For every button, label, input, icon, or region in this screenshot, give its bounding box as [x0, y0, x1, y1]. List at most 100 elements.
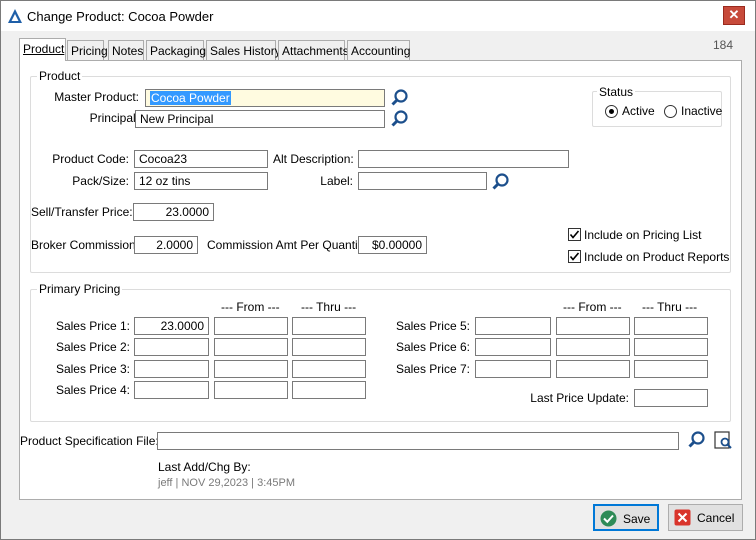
broker-commission-input[interactable]: 2.0000 — [134, 236, 198, 254]
tab-label: Product — [23, 42, 65, 56]
sell-transfer-label: Sell/Transfer Price: — [31, 205, 133, 219]
spec-file-label: Product Specification File: — [20, 434, 159, 448]
sales-price-4-from-input[interactable] — [214, 381, 288, 399]
record-number: 184 — [713, 38, 734, 52]
include-reports-checkbox[interactable] — [568, 250, 581, 263]
include-pricing-label: Include on Pricing List — [584, 228, 702, 242]
sell-transfer-input[interactable]: 23.0000 — [133, 203, 214, 221]
sales-price-1-input[interactable]: 23.0000 — [134, 317, 209, 335]
save-button[interactable]: Save — [593, 504, 659, 531]
tab-product[interactable]: Product — [19, 38, 66, 61]
product-tab-panel: Product Master Product: Cocoa Powder Pri… — [19, 60, 742, 500]
change-product-window: Change Product: Cocoa Powder ✕ Product P… — [0, 0, 756, 540]
thru-header-right: --- Thru --- — [642, 300, 698, 314]
sales-price-1-thru-input[interactable] — [292, 317, 366, 335]
sales-price-6-input[interactable] — [475, 338, 551, 356]
sales-price-7-input[interactable] — [475, 360, 551, 378]
check-circle-icon — [600, 510, 617, 527]
sales-price-2-input[interactable] — [134, 338, 209, 356]
sales-price-3-input[interactable] — [134, 360, 209, 378]
sales-price-7-thru-input[interactable] — [634, 360, 708, 378]
cancel-label: Cancel — [697, 511, 735, 525]
sales-price-2-from-input[interactable] — [214, 338, 288, 356]
spec-file-search-icon[interactable] — [687, 430, 707, 450]
last-change-value: jeff | NOV 29,2023 | 3:45PM — [158, 477, 295, 489]
tab-accounting[interactable]: Accounting — [347, 40, 410, 60]
status-inactive-radio[interactable] — [664, 105, 677, 118]
tab-label: Pricing — [71, 44, 108, 58]
sales-price-6-label: Sales Price 6: — [395, 340, 470, 354]
app-logo-icon — [8, 9, 22, 23]
label-label: Label: — [320, 174, 353, 188]
tab-label: Sales History — [210, 44, 281, 58]
title-bar: Change Product: Cocoa Powder ✕ — [1, 1, 755, 31]
principal-input[interactable]: New Principal — [135, 110, 385, 128]
master-product-search-icon[interactable] — [390, 88, 410, 108]
broker-commission-label: Broker Commission: — [31, 238, 140, 252]
master-product-label: Master Product: — [54, 90, 139, 104]
commission-amt-input[interactable]: $0.00000 — [358, 236, 427, 254]
status-active-radio[interactable] — [605, 105, 618, 118]
spec-file-preview-icon[interactable] — [713, 430, 733, 450]
status-inactive-label: Inactive — [681, 104, 723, 118]
spec-file-input[interactable] — [157, 432, 679, 450]
tab-label: Attachments — [282, 44, 349, 58]
pack-size-input[interactable]: 12 oz tins — [134, 172, 268, 190]
cancel-x-icon — [674, 509, 691, 526]
include-reports-label: Include on Product Reports — [584, 250, 730, 264]
commission-amt-label: Commission Amt Per Quantity: — [207, 238, 371, 252]
tab-packaging[interactable]: Packaging — [146, 40, 207, 60]
tab-sales-history[interactable]: Sales History — [206, 40, 281, 60]
sales-price-4-thru-input[interactable] — [292, 381, 366, 399]
alt-description-input[interactable] — [358, 150, 569, 168]
checkmark-icon — [569, 230, 580, 239]
group-label: Primary Pricing — [37, 282, 123, 296]
tab-attachments[interactable]: Attachments — [278, 40, 349, 60]
sales-price-4-label: Sales Price 4: — [55, 383, 130, 397]
tab-label: Packaging — [150, 44, 207, 58]
sales-price-3-from-input[interactable] — [214, 360, 288, 378]
from-header: --- From --- — [221, 300, 280, 314]
status-active-label: Active — [622, 104, 655, 118]
sales-price-2-thru-input[interactable] — [292, 338, 366, 356]
group-label: Status — [597, 85, 636, 99]
sales-price-6-from-input[interactable] — [556, 338, 630, 356]
sales-price-5-from-input[interactable] — [556, 317, 630, 335]
principal-label: Principal: — [89, 111, 139, 125]
label-search-icon[interactable] — [491, 172, 511, 192]
tab-pricing[interactable]: Pricing — [67, 40, 108, 60]
last-price-update-input[interactable] — [634, 389, 708, 407]
thru-header: --- Thru --- — [301, 300, 357, 314]
label-input[interactable] — [358, 172, 487, 190]
primary-pricing-group: Primary Pricing --- From --- --- Thru --… — [30, 282, 731, 422]
window-title: Change Product: Cocoa Powder — [27, 9, 214, 24]
sales-price-4-input[interactable] — [134, 381, 209, 399]
product-code-label: Product Code: — [52, 152, 129, 166]
principal-search-icon[interactable] — [390, 109, 410, 129]
pack-size-label: Pack/Size: — [72, 174, 129, 188]
from-header-right: --- From --- — [563, 300, 622, 314]
sales-price-7-from-input[interactable] — [556, 360, 630, 378]
sales-price-1-label: Sales Price 1: — [55, 319, 130, 333]
status-group: Status Active Inactive — [592, 85, 723, 127]
cancel-button[interactable]: Cancel — [668, 504, 743, 531]
last-change-label: Last Add/Chg By: — [158, 460, 251, 474]
sales-price-1-from-input[interactable] — [214, 317, 288, 335]
checkmark-icon — [569, 252, 580, 261]
sales-price-3-thru-input[interactable] — [292, 360, 366, 378]
last-price-update-label: Last Price Update: — [530, 391, 629, 405]
sales-price-3-label: Sales Price 3: — [55, 362, 130, 376]
sales-price-5-label: Sales Price 5: — [395, 319, 470, 333]
master-product-input[interactable]: Cocoa Powder — [145, 89, 385, 107]
sales-price-2-label: Sales Price 2: — [55, 340, 130, 354]
product-code-input[interactable]: Cocoa23 — [134, 150, 268, 168]
sales-price-6-thru-input[interactable] — [634, 338, 708, 356]
group-label: Product — [37, 69, 83, 83]
close-button[interactable]: ✕ — [723, 6, 745, 25]
selected-text: Cocoa Powder — [150, 91, 231, 105]
sales-price-5-thru-input[interactable] — [634, 317, 708, 335]
tab-label: Accounting — [351, 44, 411, 58]
sales-price-5-input[interactable] — [475, 317, 551, 335]
tab-notes[interactable]: Notes — [108, 40, 144, 60]
include-pricing-checkbox[interactable] — [568, 228, 581, 241]
